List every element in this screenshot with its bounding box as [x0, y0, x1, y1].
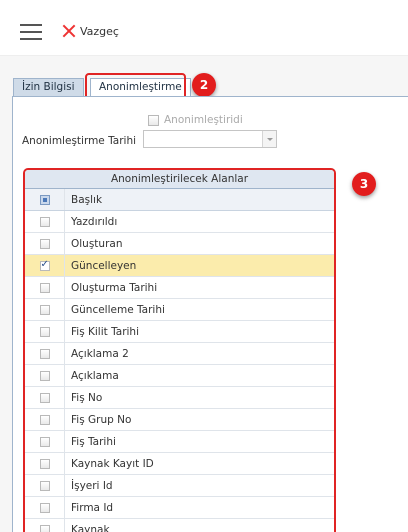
row-label: Açıklama 2	[71, 347, 129, 360]
row-label: Açıklama	[71, 369, 119, 382]
row-checkbox[interactable]	[39, 480, 50, 491]
row-label: Fiş Grup No	[71, 413, 132, 426]
row-checkbox-cell	[25, 365, 65, 386]
date-label: Anonimleştirme Tarihi	[22, 135, 137, 147]
row-label: Fiş No	[71, 391, 103, 404]
row-checkbox[interactable]	[39, 238, 50, 249]
row-checkbox-cell	[25, 233, 65, 254]
row-checkbox[interactable]	[39, 259, 50, 271]
date-dropdown[interactable]	[143, 130, 277, 148]
row-checkbox-cell	[25, 321, 65, 342]
row-checkbox-cell	[25, 475, 65, 496]
row-checkbox-cell	[25, 431, 65, 452]
table-row[interactable]: Firma Id	[25, 497, 334, 519]
row-label: Oluşturma Tarihi	[71, 281, 158, 294]
anonymized-label: Anonimleştiridi	[164, 114, 243, 126]
table-row[interactable]: Güncelleyen	[25, 255, 334, 277]
row-checkbox-cell	[25, 409, 65, 430]
row-label: Fiş Tarihi	[71, 435, 116, 448]
row-checkbox[interactable]	[39, 458, 50, 469]
row-checkbox[interactable]	[39, 304, 50, 315]
row-checkbox-cell	[25, 519, 65, 532]
row-checkbox-cell	[25, 255, 65, 276]
table-row[interactable]: Kaynak Kayıt ID	[25, 453, 334, 475]
row-checkbox-cell	[25, 211, 65, 232]
fields-grid: Anonimleştirilecek Alanlar Başlık Yazdır…	[23, 168, 336, 532]
row-checkbox[interactable]	[39, 370, 50, 381]
close-icon	[62, 24, 76, 38]
row-checkbox-cell	[25, 453, 65, 474]
row-checkbox[interactable]	[39, 282, 50, 293]
cancel-label: Vazgeç	[80, 24, 119, 38]
row-checkbox[interactable]	[39, 348, 50, 359]
row-label: Kaynak Kayıt ID	[71, 457, 154, 470]
row-checkbox-cell	[25, 277, 65, 298]
table-row[interactable]: Fiş Tarihi	[25, 431, 334, 453]
chevron-down-icon[interactable]	[262, 131, 276, 147]
row-checkbox-cell	[25, 343, 65, 364]
table-row[interactable]: Fiş No	[25, 387, 334, 409]
anonymized-checkbox-row: Anonimleştiridi	[148, 114, 243, 126]
tab-izin-bilgisi[interactable]: İzin Bilgisi	[13, 78, 84, 97]
grid-title: Anonimleştirilecek Alanlar	[25, 170, 334, 189]
grid-body: Yazdırıldı Oluşturan Güncelleyen Oluşturma …	[25, 211, 334, 532]
select-all-cell	[25, 189, 65, 210]
row-checkbox[interactable]	[39, 436, 50, 447]
row-label: Firma Id	[71, 501, 114, 514]
grid-header: Başlık	[25, 189, 334, 211]
hamburger-menu-icon[interactable]	[20, 24, 42, 40]
table-row[interactable]: Yazdırıldı	[25, 211, 334, 233]
table-row[interactable]: Fiş Grup No	[25, 409, 334, 431]
table-row[interactable]: İşyeri Id	[25, 475, 334, 497]
anonymized-checkbox[interactable]	[148, 114, 159, 126]
row-label: Güncelleme Tarihi	[71, 303, 165, 316]
table-row[interactable]: Açıklama 2	[25, 343, 334, 365]
row-checkbox-cell	[25, 497, 65, 518]
row-label: Yazdırıldı	[71, 215, 118, 228]
row-checkbox[interactable]	[39, 524, 50, 532]
row-label: Oluşturan	[71, 237, 123, 250]
row-label: Fiş Kilit Tarihi	[71, 325, 140, 338]
row-checkbox[interactable]	[39, 414, 50, 425]
cancel-button[interactable]: Vazgeç	[62, 22, 119, 40]
row-checkbox[interactable]	[39, 502, 50, 513]
table-row[interactable]: Oluşturma Tarihi	[25, 277, 334, 299]
row-checkbox[interactable]	[39, 216, 50, 227]
table-row[interactable]: Oluşturan	[25, 233, 334, 255]
step-badge-2: 2	[192, 73, 216, 97]
table-row[interactable]: Kaynak	[25, 519, 334, 532]
table-row[interactable]: Güncelleme Tarihi	[25, 299, 334, 321]
select-all-checkbox[interactable]	[39, 194, 50, 205]
row-label: Kaynak	[71, 523, 110, 532]
row-checkbox[interactable]	[39, 392, 50, 403]
row-label: Güncelleyen	[71, 259, 137, 272]
table-row[interactable]: Fiş Kilit Tarihi	[25, 321, 334, 343]
row-checkbox[interactable]	[39, 326, 50, 337]
top-toolbar: Vazgeç	[0, 0, 408, 56]
column-header-baslik[interactable]: Başlık	[65, 194, 102, 206]
table-row[interactable]: Açıklama	[25, 365, 334, 387]
row-label: İşyeri Id	[71, 479, 113, 492]
step-badge-3: 3	[352, 172, 376, 196]
row-checkbox-cell	[25, 299, 65, 320]
row-checkbox-cell	[25, 387, 65, 408]
